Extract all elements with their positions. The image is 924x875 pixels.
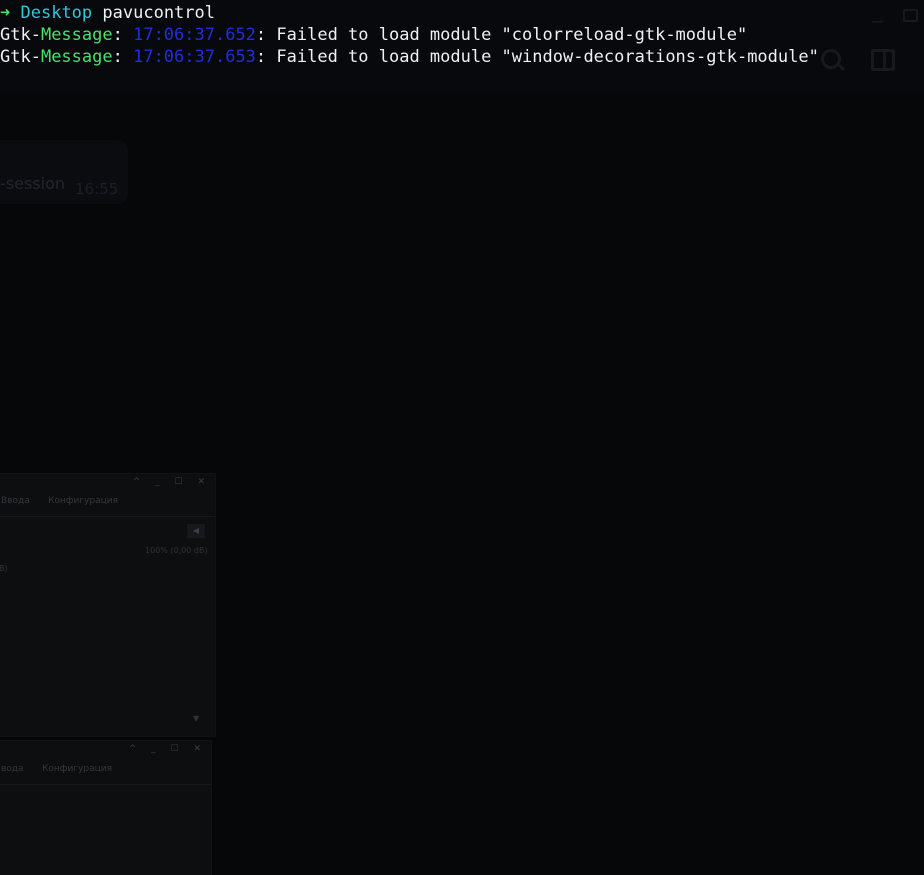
terminal-message-line: Gtk-Message: 17:06:37.653: Failed to loa…	[0, 47, 819, 67]
divider	[0, 516, 215, 517]
mute-icon[interactable]: ◀	[187, 524, 205, 538]
sidebar-toggle-icon[interactable]	[871, 49, 895, 71]
message-text: : Failed to load module "colorreload-gtk…	[255, 25, 748, 45]
message-text: : Failed to load module "window-decorati…	[255, 47, 819, 67]
restore-icon[interactable]	[903, 9, 918, 22]
pavucontrol-window[interactable]: ^ _ ☐ ✕ Ввода Конфигурация ◀ 100% (0,00 …	[0, 473, 216, 737]
prompt-arrow-icon: ➜	[0, 3, 11, 23]
window-controls[interactable]: ^ _ ☐ ✕	[133, 477, 211, 487]
tab-input-devices[interactable]: вода	[1, 764, 24, 774]
message-kind: Message	[40, 25, 113, 45]
pavucontrol-window-2[interactable]: ^ _ ☐ ✕ вода Конфигурация	[0, 740, 212, 875]
message-prefix: Gtk-	[0, 25, 41, 45]
terminal-message-line: Gtk-Message: 17:06:37.652: Failed to loa…	[0, 25, 748, 45]
message-timestamp: 17:06:37.653	[133, 47, 256, 67]
chat-list-item[interactable]: -session 16:55	[0, 140, 128, 204]
message-prefix: Gtk-	[0, 47, 41, 67]
tab-input-devices[interactable]: Ввода	[1, 496, 30, 506]
message-kind: Message	[40, 47, 113, 67]
divider	[0, 784, 211, 785]
chat-item-name: -session	[0, 174, 65, 193]
message-timestamp: 17:06:37.652	[133, 25, 256, 45]
volume-readout: 100% (0,00 dB)	[145, 546, 208, 555]
search-icon[interactable]	[821, 49, 841, 69]
window-controls[interactable]: ^ _ ☐ ✕	[129, 744, 207, 754]
minimize-icon[interactable]: _	[872, 0, 883, 22]
prompt-command: pavucontrol	[102, 3, 215, 23]
chevron-down-icon[interactable]: ▼	[193, 714, 199, 723]
tab-configuration[interactable]: Конфигурация	[48, 496, 118, 506]
prompt-directory: Desktop	[20, 3, 93, 23]
terminal-prompt-line: ➜ Desktop pavucontrol	[0, 2, 215, 24]
chat-item-time: 16:55	[75, 180, 119, 198]
desktop-screen: _ -session 16:55 ^ _ ☐ ✕ Ввода Конфигура…	[0, 0, 924, 875]
device-label: B)	[0, 564, 8, 573]
tab-configuration[interactable]: Конфигурация	[42, 764, 112, 774]
